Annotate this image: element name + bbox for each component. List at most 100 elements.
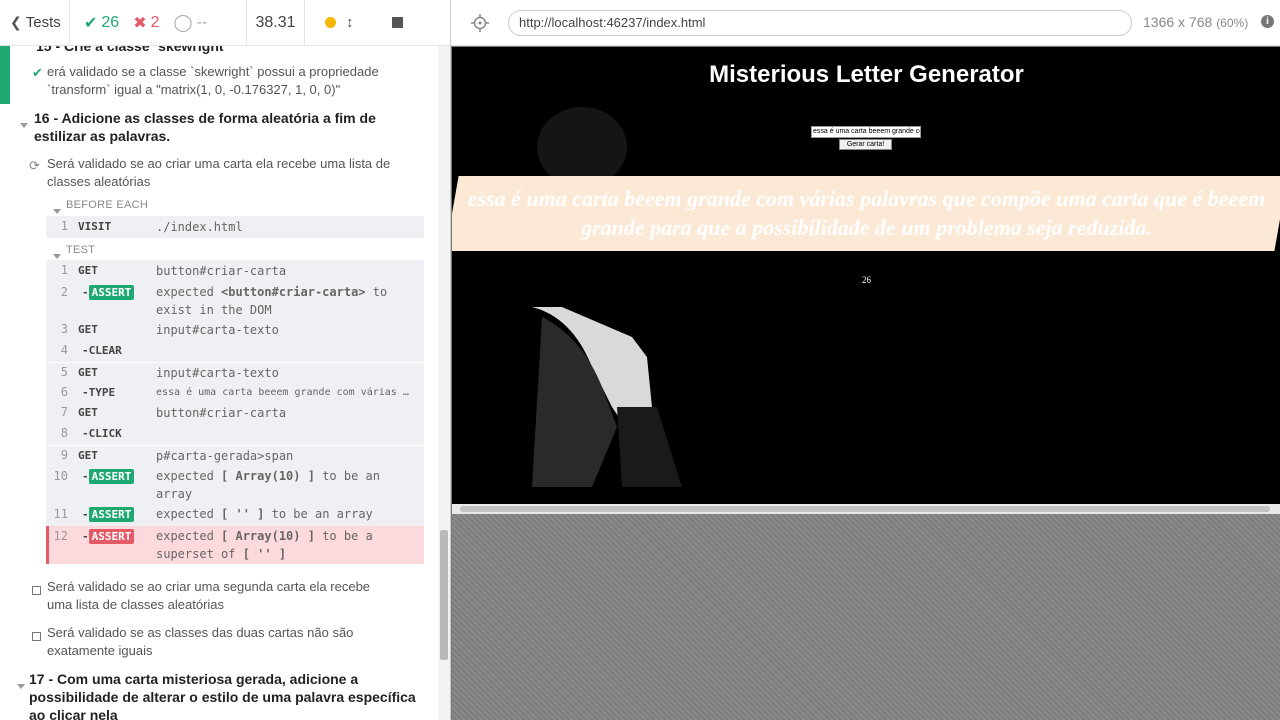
viewport-info: 1366 x 768 (60%) <box>1143 14 1248 30</box>
caret-down-icon[interactable] <box>17 677 25 692</box>
test-title-passed[interactable]: erá validado se a classe `skewright` pos… <box>47 63 417 99</box>
checkbox-icon <box>32 629 41 644</box>
command-row[interactable]: 4 -CLEAR <box>46 340 424 362</box>
command-row[interactable]: 7 GET button#criar-carta <box>46 403 424 423</box>
command-number: 4 <box>60 343 68 357</box>
empty-area <box>452 514 1280 720</box>
generate-letter-button[interactable]: Gerar carta! <box>839 139 892 150</box>
reporter-header: ❮ Tests ✔ 26 ✖ 2 ◯ -- 38.31 ↕ <box>0 0 450 46</box>
command-row-assert[interactable]: 11 - ASSERT expected [ '' ] to be an arra… <box>46 504 424 526</box>
command-row-failed[interactable]: 12 - ASSERT expected [ Array(10) ] to be … <box>46 526 424 564</box>
assert-subject: [ '' ] <box>221 507 265 521</box>
command-number: 6 <box>60 385 68 399</box>
viewport-size: 1366 x 768 <box>1143 14 1213 30</box>
command-number: 1 <box>60 219 68 233</box>
command-message: expected [ Array(10) ] to be a superset … <box>156 527 418 563</box>
suite-title-16[interactable]: 16 - Adicione as classes de forma aleató… <box>34 109 429 145</box>
command-row[interactable]: 1 VISIT ./index.html <box>46 216 424 238</box>
check-icon: ✔ <box>84 14 98 32</box>
assert-pre: expected <box>156 285 214 299</box>
chevron-left-icon: ❮ <box>10 14 22 30</box>
command-row[interactable]: 1 GET button#criar-carta <box>46 260 424 282</box>
assert-subject-2: [ '' ] <box>242 547 287 561</box>
command-number: 5 <box>60 365 68 379</box>
command-name: - ASSERT <box>82 507 135 522</box>
url-bar: http://localhost:46237/index.html 1366 x… <box>451 0 1280 46</box>
runnables-list: 15 - Crie a classe `skewright` ✔ erá val… <box>0 46 438 720</box>
command-number: 9 <box>60 448 68 462</box>
command-row[interactable]: 8 -CLICK <box>46 423 424 445</box>
command-name: GET <box>78 406 98 419</box>
command-row[interactable]: 9 GET p#carta-gerada>span <box>46 446 424 466</box>
refresh-icon: ⟳ <box>29 158 40 173</box>
passed-stat[interactable]: ✔ 26 <box>84 13 119 33</box>
crosshair-icon[interactable] <box>471 14 489 32</box>
command-number: 7 <box>60 405 68 419</box>
command-name: VISIT <box>78 220 112 233</box>
command-message: button#criar-carta <box>156 264 287 278</box>
command-name: GET <box>78 366 98 379</box>
before-each-label: BEFORE EACH <box>66 199 149 211</box>
generated-letter: essa é uma carta beeem grande com várias… <box>467 186 1266 240</box>
command-name-text: CLICK <box>88 427 122 440</box>
failed-count: 2 <box>150 13 160 31</box>
app-horizontal-scrollbar[interactable] <box>452 504 1280 514</box>
command-number: 2 <box>60 285 68 299</box>
info-icon[interactable]: i <box>1261 15 1274 28</box>
command-message: expected <button#criar-carta> to exist i… <box>156 283 418 319</box>
command-name: GET <box>78 449 98 462</box>
scrollbar-thumb[interactable] <box>440 530 448 660</box>
test-title-running[interactable]: Será validado se ao criar uma carta ela … <box>47 155 407 191</box>
command-number: 12 <box>53 529 68 543</box>
tests-label: Tests <box>25 14 61 31</box>
command-row[interactable]: 6 -TYPE essa é uma carta beeem grande co… <box>46 383 424 403</box>
url-input[interactable]: http://localhost:46237/index.html <box>508 10 1132 36</box>
reporter-panel: ❮ Tests ✔ 26 ✖ 2 ◯ -- 38.31 ↕ 15 - Crie … <box>0 0 450 720</box>
assert-post: to be an array <box>271 507 373 521</box>
caret-down-icon[interactable] <box>53 202 61 217</box>
viewport-scale: (60%) <box>1216 16 1249 30</box>
check-icon: ✔ <box>32 65 43 80</box>
command-number: 1 <box>60 263 68 277</box>
command-message: expected [ Array(10) ] to be an array <box>156 467 418 503</box>
command-row-assert[interactable]: 10 - ASSERT expected [ Array(10) ] to be … <box>46 466 424 504</box>
command-row[interactable]: 3 GET input#carta-texto <box>46 320 424 340</box>
stop-icon[interactable] <box>391 17 403 28</box>
assert-pre: expected <box>156 529 214 543</box>
suite-title-17[interactable]: 17 - Com uma carta misteriosa gerada, ad… <box>29 670 429 720</box>
assert-subject: [ Array(10) ] <box>221 469 315 483</box>
stats: ✔ 26 ✖ 2 ◯ -- <box>70 0 247 46</box>
caret-down-icon[interactable] <box>20 116 28 131</box>
command-name: -TYPE <box>82 386 116 399</box>
suite-title-15[interactable]: 15 - Crie a classe `skewright` <box>36 46 426 55</box>
app-title: Misterious Letter Generator <box>709 61 1024 88</box>
command-name: - ASSERT <box>82 285 135 300</box>
test-title-pending[interactable]: Será validado se as classes das duas car… <box>47 624 387 660</box>
passed-count: 26 <box>101 13 120 31</box>
suite-15-label: 15 - Crie a classe `skewright` <box>36 46 229 54</box>
pending-stat[interactable]: ◯ -- <box>174 13 208 33</box>
assert-subject: [ Array(10) ] <box>221 529 315 543</box>
pending-count: -- <box>196 13 208 31</box>
command-number: 3 <box>60 322 68 336</box>
command-number: 10 <box>53 469 68 483</box>
app-viewport: Misterious Letter Generator essa é uma c… <box>452 47 1280 504</box>
auto-scroll-icon[interactable]: ↕ <box>346 14 354 31</box>
command-message: p#carta-gerada>span <box>156 449 294 463</box>
assert-badge: ASSERT <box>88 507 135 522</box>
test-label: TEST <box>66 244 96 256</box>
command-row[interactable]: 5 GET input#carta-texto <box>46 363 424 383</box>
tests-button[interactable]: ❮ Tests <box>0 0 70 46</box>
test-title-pending[interactable]: Será validado se ao criar uma segunda ca… <box>47 578 392 614</box>
pass-indicator <box>0 46 10 104</box>
letter-text-input[interactable]: essa é uma carta beeem grande com várias… <box>811 126 921 138</box>
assert-badge: ASSERT <box>88 285 135 300</box>
scrollbar-thumb[interactable] <box>460 506 1270 512</box>
command-row-assert[interactable]: 2 - ASSERT expected <button#criar-carta> … <box>46 282 424 320</box>
command-name-text: TYPE <box>88 386 116 399</box>
duration: 38.31 <box>247 0 305 46</box>
failed-stat[interactable]: ✖ 2 <box>133 13 159 33</box>
command-name: GET <box>78 264 98 277</box>
assert-pre: expected <box>156 469 214 483</box>
command-message: button#criar-carta <box>156 406 287 420</box>
